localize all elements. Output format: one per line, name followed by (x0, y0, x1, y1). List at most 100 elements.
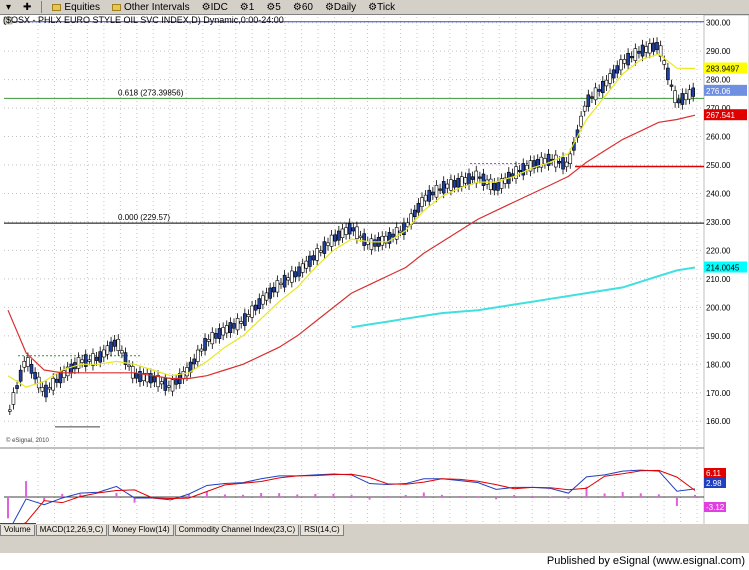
candle-body (217, 328, 222, 339)
candle-body (467, 173, 471, 186)
tab-volume[interactable]: Volume (0, 524, 35, 536)
interval-tick-button[interactable]: ⚙ Tick (364, 1, 399, 14)
candle-body (329, 234, 334, 247)
candle-body (586, 94, 591, 107)
price-tick-label: 210.00 (706, 275, 731, 284)
candle-body (26, 357, 30, 367)
symbol-menu-button[interactable]: ▾ (2, 1, 15, 14)
candle-body (185, 367, 189, 377)
candle-body (91, 353, 95, 366)
candle-body (210, 332, 215, 345)
candle-body (253, 304, 258, 311)
candle-body (326, 242, 330, 246)
candle-body (11, 392, 16, 405)
candle-body (8, 409, 12, 412)
candle-body (333, 234, 338, 242)
candle-body (351, 227, 356, 232)
tab-rsi[interactable]: RSI(14,C) (300, 524, 344, 536)
candle-body (58, 371, 63, 384)
candle-body (279, 282, 283, 285)
candle-body (543, 158, 547, 164)
tab-money-flow[interactable]: Money Flow(14) (108, 524, 174, 536)
candle-body (629, 56, 634, 59)
other-intervals-button[interactable]: Other Intervals (108, 1, 194, 14)
macd-value-label: 6.11 (706, 469, 722, 478)
interval-daily-button[interactable]: ⚙ Daily (321, 1, 360, 14)
candle-body (568, 153, 573, 164)
price-tag-label: 283.9497 (706, 65, 740, 74)
equities-button[interactable]: Equities (48, 1, 104, 14)
interval-60-button[interactable]: ⚙ 60 (289, 1, 317, 14)
interval-daily-label: Daily (333, 1, 357, 13)
tab-macd[interactable]: MACD(12,26,9,C) (35, 524, 108, 536)
candle-body (637, 50, 641, 54)
candle-body (181, 371, 186, 380)
candle-body (203, 338, 207, 351)
price-tag-label: 214.0045 (706, 264, 740, 273)
price-tick-label: 290.00 (706, 47, 731, 56)
candle-body (311, 255, 316, 261)
price-tick-label: 170.00 (706, 389, 731, 398)
candle-body (380, 236, 385, 246)
price-chart-svg[interactable]: 160.00 170.00 180.00 190.00 200.00 210.00 220.… (0, 15, 749, 536)
candle-body (445, 183, 450, 189)
candle-body (633, 48, 638, 61)
candle-body (405, 222, 410, 228)
candle-body (271, 287, 276, 293)
toolbar: ▾ ✚ Equities Other Intervals ⚙ IDC ⚙ 1 ⚙… (0, 0, 749, 15)
candle-body (391, 233, 395, 238)
folder-icon (112, 3, 121, 11)
candle-body (358, 235, 363, 238)
interval-60-label: 60 (301, 1, 313, 13)
candle-body (116, 338, 121, 351)
interval-1-button[interactable]: ⚙ 1 (236, 1, 259, 14)
candle-body (619, 59, 623, 71)
macd-value-label: 2.98 (706, 479, 722, 488)
candle-body (232, 323, 236, 329)
publisher-footer: Published by eSignal (www.esignal.com) (0, 553, 749, 570)
candle-body (261, 295, 265, 305)
interval-idc-button[interactable]: ⚙ IDC (198, 1, 232, 14)
candle-body (434, 184, 439, 198)
candle-body (290, 270, 294, 283)
candle-body (268, 287, 272, 299)
candle-body (344, 227, 348, 235)
candle-body (293, 271, 298, 278)
candle-body (40, 387, 45, 392)
candle-body (687, 89, 692, 100)
interval-5-button[interactable]: ⚙ 5 (262, 1, 285, 14)
candle-body (300, 263, 305, 273)
price-tag-label: 267.541 (706, 111, 735, 120)
candle-body (452, 180, 457, 188)
interval-1-label: 1 (248, 1, 255, 13)
candle-body (525, 165, 529, 171)
candle-body (87, 359, 92, 362)
candle-body (492, 182, 497, 191)
candle-body (170, 379, 175, 392)
candle-body (318, 250, 323, 253)
folder-icon (52, 3, 62, 11)
candle-body (55, 378, 59, 383)
candle-body (459, 176, 464, 187)
candle-body (196, 349, 200, 362)
candle-body (246, 314, 251, 318)
candle-body (648, 43, 652, 54)
price-tick-label: 190.00 (706, 332, 731, 341)
candle-body (474, 170, 479, 184)
candle-body (514, 166, 518, 179)
candle-body (680, 93, 685, 105)
candle-body (420, 197, 424, 207)
candle-body (18, 369, 23, 382)
candle-body (546, 153, 551, 166)
candle-body (582, 105, 587, 112)
candle-body (102, 349, 106, 358)
tab-cci[interactable]: Commodity Channel Index(23,C) (174, 524, 300, 536)
candle-body (416, 202, 421, 213)
candle-body (684, 93, 688, 101)
candle-body (127, 364, 131, 367)
chart-area[interactable]: 160.00 170.00 180.00 190.00 200.00 210.00 220.… (0, 15, 749, 536)
candle-body (373, 239, 377, 247)
candle-body (626, 52, 630, 66)
new-window-button[interactable]: ✚ (19, 1, 35, 14)
candle-body (109, 341, 113, 352)
